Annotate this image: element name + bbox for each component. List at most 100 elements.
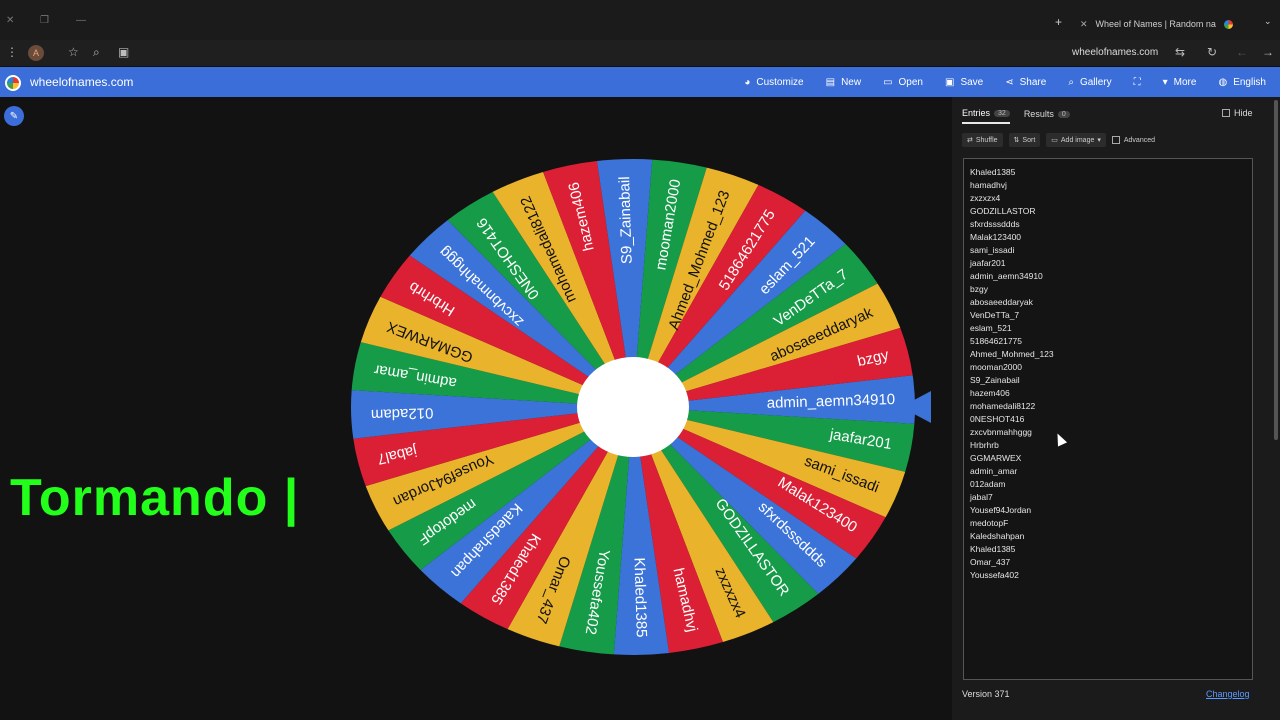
hide-checkbox-box[interactable]	[1222, 109, 1230, 117]
menu-label: Open	[898, 76, 923, 88]
menu-more-button[interactable]: ▾ More	[1163, 77, 1197, 88]
results-count-badge: 0	[1057, 110, 1070, 118]
wheel-segment-label: Khaled1385	[630, 557, 649, 638]
entry-line[interactable]: admin_aemn34910	[970, 270, 1246, 283]
search-icon[interactable]: ⌕	[93, 45, 100, 60]
tab-list-chevron-icon[interactable]: ⌄	[1264, 16, 1272, 27]
wheel-logo-icon[interactable]	[5, 75, 21, 91]
menu-label: Gallery	[1079, 76, 1112, 88]
sort-icon: ⇅	[1013, 137, 1020, 144]
save-icon: ▣	[945, 76, 955, 88]
entries-actions: ⇄ Shuffle ⇅ Sort ▭ Add image ▾ Advanced	[962, 133, 1155, 147]
entry-line[interactable]: Malak123400	[970, 231, 1246, 244]
address-bar[interactable]: wheelofnames.com	[1072, 47, 1158, 58]
hide-checkbox[interactable]: Hide	[1222, 108, 1253, 118]
entry-line[interactable]: 012adam	[970, 478, 1246, 491]
share-icon: ⋖	[1005, 76, 1014, 88]
menu-label: Customize	[756, 76, 804, 88]
back-icon[interactable]: →	[1262, 45, 1274, 59]
minimize-window-icon[interactable]: —	[76, 15, 86, 26]
entry-line[interactable]: Hrbrhrb	[970, 439, 1246, 452]
entry-line[interactable]: abosaeeddaryak	[970, 296, 1246, 309]
menu-english-button[interactable]: ◍ English	[1218, 77, 1266, 88]
entry-line[interactable]: Ahmed_Mohmed_123	[970, 348, 1246, 361]
edit-pencil-icon[interactable]: ✎	[4, 106, 24, 126]
fullscreen-icon: ⛶	[1133, 76, 1141, 88]
entry-line[interactable]: sfxrdsssddds	[970, 218, 1246, 231]
menu-customize-button[interactable]: ◕ Customize	[744, 77, 803, 88]
kebab-menu-icon[interactable]: ⋮	[6, 45, 18, 59]
entry-line[interactable]: VenDeTTa_7	[970, 309, 1246, 322]
site-name[interactable]: wheelofnames.com	[30, 75, 133, 89]
entry-line[interactable]: mooman2000	[970, 361, 1246, 374]
entry-line[interactable]: GGMARWEX	[970, 452, 1246, 465]
entry-line[interactable]: 51864621775	[970, 335, 1246, 348]
entry-line[interactable]: GODZILLASTOR	[970, 205, 1246, 218]
chevron-down-icon: ▾	[1097, 137, 1101, 144]
entry-line[interactable]: S9_Zainabail	[970, 374, 1246, 387]
entry-line[interactable]: zxcvbnmahhggg	[970, 426, 1246, 439]
profile-avatar[interactable]: A	[28, 45, 44, 61]
advanced-checkbox-box[interactable]	[1111, 136, 1120, 144]
menu-fullscreen-button[interactable]: ⛶	[1134, 77, 1141, 88]
sort-label: Sort	[1022, 136, 1036, 144]
new-tab-icon[interactable]: +	[1055, 15, 1062, 29]
wheel-segment-label: S9_Zainabail	[616, 176, 636, 264]
forward-icon[interactable]: ←	[1236, 45, 1248, 59]
entry-line[interactable]: medotopF	[970, 517, 1246, 530]
spin-wheel[interactable]: admin_aemn34910jaafar201sami_issadiMalak…	[340, 150, 940, 660]
screenshot-icon[interactable]: ▣	[118, 45, 129, 59]
entry-line[interactable]: Youssefa402	[970, 569, 1246, 582]
tab-favicon-icon	[1223, 19, 1233, 29]
entry-line[interactable]: admin_amar	[970, 465, 1246, 478]
entry-line[interactable]: Khaled1385	[970, 166, 1246, 179]
entry-line[interactable]: hamadhvj	[970, 179, 1246, 192]
tab-results[interactable]: Results 0	[1024, 108, 1070, 124]
menu-new-button[interactable]: ▤ New	[826, 77, 861, 88]
tab-results-label: Results	[1023, 109, 1054, 119]
entry-line[interactable]: hazem406	[970, 387, 1246, 400]
entry-line[interactable]: jaafar201	[970, 257, 1246, 270]
search-icon: ⌕	[1068, 76, 1074, 88]
changelog-link[interactable]: Changelog	[1206, 689, 1250, 699]
entry-line[interactable]: Khaled1385	[970, 543, 1246, 556]
entry-line[interactable]: 0NESHOT416	[970, 413, 1246, 426]
version-label: Version 371	[962, 689, 1010, 699]
site-settings-icon[interactable]: ⇆	[1175, 45, 1185, 59]
entry-line[interactable]: bzgy	[970, 283, 1246, 296]
browser-tab[interactable]: ✕ Wheel of Names | Random na	[1080, 13, 1260, 35]
entry-line[interactable]: sami_issadi	[970, 244, 1246, 257]
entry-line[interactable]: zxzxzx4	[970, 192, 1246, 205]
menu-gallery-button[interactable]: ⌕ Gallery	[1068, 77, 1111, 88]
advanced-checkbox[interactable]: Advanced	[1111, 133, 1155, 147]
entry-line[interactable]: mohamedali8122	[970, 400, 1246, 413]
entry-line[interactable]: eslam_521	[970, 322, 1246, 335]
folder-icon: ▭	[883, 76, 893, 88]
browser-tabstrip: ✕ ❐ — + ✕ Wheel of Names | Random na ⌄	[0, 0, 1280, 40]
chevron-down-icon: ▾	[1162, 76, 1168, 88]
palette-icon: ◕	[744, 76, 751, 88]
add-image-label: Add image	[1060, 136, 1095, 144]
close-window-icon[interactable]: ✕	[6, 15, 14, 26]
tab-entries[interactable]: Entries 32	[962, 108, 1010, 124]
sort-button[interactable]: ⇅ Sort	[1008, 133, 1041, 147]
header-menu: ◕ Customize ▤ New ▭ Open ▣ Save ⋖ Share ⌕ Gallery ⛶ ▾…	[744, 67, 1266, 97]
wheel-center-hub[interactable]	[577, 357, 689, 457]
entry-line[interactable]: Omar_437	[970, 556, 1246, 569]
hide-label: Hide	[1234, 108, 1253, 118]
menu-label: Save	[960, 76, 984, 88]
bookmark-star-icon[interactable]: ☆	[68, 45, 79, 59]
menu-save-button[interactable]: ▣ Save	[945, 77, 983, 88]
add-image-button[interactable]: ▭ Add image ▾	[1046, 133, 1106, 147]
page-scrollbar[interactable]	[1274, 100, 1278, 440]
entry-line[interactable]: jabal7	[970, 491, 1246, 504]
restore-window-icon[interactable]: ❐	[40, 15, 49, 26]
tab-close-icon[interactable]: ✕	[1080, 19, 1088, 30]
entries-textarea[interactable]: Khaled1385 hamadhvj zxzxzx4 GODZILLASTOR sfx…	[963, 158, 1253, 680]
reload-icon[interactable]: ↻	[1207, 45, 1217, 59]
entry-line[interactable]: Kaledshahpan	[970, 530, 1246, 543]
menu-open-button[interactable]: ▭ Open	[883, 77, 923, 88]
shuffle-button[interactable]: ⇄ Shuffle	[962, 133, 1003, 147]
entry-line[interactable]: Yousef94Jordan	[970, 504, 1246, 517]
menu-share-button[interactable]: ⋖ Share	[1005, 77, 1046, 88]
